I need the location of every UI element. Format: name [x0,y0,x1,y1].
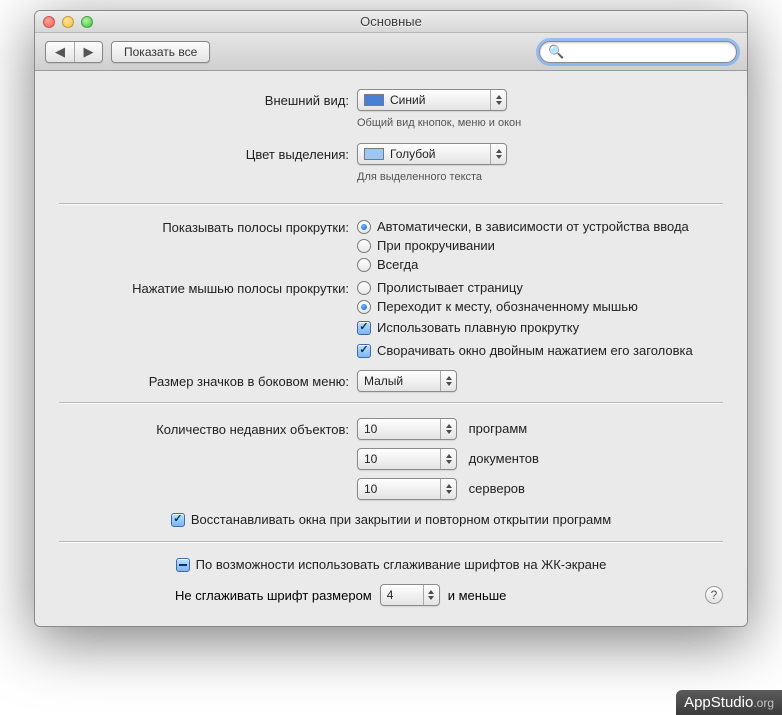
radio-icon [357,220,371,234]
search-field[interactable]: 🔍 [539,41,737,63]
recent-docs-popup[interactable]: 10 [357,448,457,470]
radio-icon [357,258,371,272]
chevron-updown-icon [440,371,456,391]
lcd-smoothing-check[interactable]: По возможности использовать сглаживание … [176,557,607,572]
chevron-updown-icon [440,449,456,469]
scrollbars-auto[interactable]: Автоматически, в зависимости от устройст… [357,219,723,234]
chevron-updown-icon [490,90,506,110]
sidebar-icons-value: Малый [364,374,403,388]
recent-docs-unit: документов [469,451,539,466]
recent-servers-popup[interactable]: 10 [357,478,457,500]
search-input[interactable] [568,45,728,59]
highlight-popup[interactable]: Голубой [357,143,507,165]
toolbar: ◀ ▶ Показать все 🔍 [35,33,747,71]
scrollbars-when-scrolling[interactable]: При прокручивании [357,238,723,253]
highlight-hint: Для выделенного текста [357,171,723,183]
titlebar: Основные [35,11,747,33]
no-smooth-prefix: Не сглаживать шрифт размером [175,588,372,603]
recent-docs-value: 10 [364,452,377,466]
forward-button[interactable]: ▶ [74,42,102,62]
scrollclick-page[interactable]: Пролистывает страницу [357,280,723,295]
recent-apps-popup[interactable]: 10 [357,418,457,440]
sidebar-icons-popup[interactable]: Малый [357,370,457,392]
appearance-popup[interactable]: Синий [357,89,507,111]
chevron-updown-icon [423,585,439,605]
radio-icon [357,281,371,295]
checkbox-mixed-icon [176,558,190,572]
watermark-name: AppStudio [684,694,753,711]
appearance-hint: Общий вид кнопок, меню и окон [357,117,723,129]
chevron-updown-icon [440,479,456,499]
nav-back-forward[interactable]: ◀ ▶ [45,41,103,63]
recent-apps-value: 10 [364,422,377,436]
chevron-updown-icon [440,419,456,439]
smooth-scroll-check[interactable]: Использовать плавную прокрутку [357,320,723,335]
checkbox-icon [357,344,371,358]
swatch-icon [364,148,384,160]
help-button[interactable]: ? [705,586,723,604]
scrollbars-always[interactable]: Всегда [357,257,723,272]
scrollbars-label: Показывать полосы прокрутки: [59,219,349,235]
back-button[interactable]: ◀ [46,42,74,62]
highlight-label: Цвет выделения: [59,147,349,162]
recent-apps-unit: программ [469,421,528,436]
window-title: Основные [35,14,747,29]
content: Внешний вид: Синий Общий вид кнопок, мен… [35,71,747,626]
highlight-value: Голубой [390,147,436,161]
search-icon: 🔍 [548,44,564,60]
scrollclick-label: Нажатие мышью полосы прокрутки: [59,280,349,296]
watermark-suffix: .org [753,696,774,710]
chevron-updown-icon [490,144,506,164]
appearance-label: Внешний вид: [59,93,349,108]
recent-servers-value: 10 [364,482,377,496]
dblclick-minimize-check[interactable]: Сворачивать окно двойным нажатием его за… [357,343,723,358]
show-all-button[interactable]: Показать все [111,41,210,63]
no-smooth-suffix: и меньше [448,588,507,603]
scrollclick-jump[interactable]: Переходит к месту, обозначенному мышью [357,299,723,314]
no-smooth-value: 4 [387,588,394,602]
sidebar-icons-label: Размер значков в боковом меню: [59,374,349,389]
restore-windows-check[interactable]: Восстанавливать окна при закрытии и повт… [171,512,611,527]
preferences-window: Основные ◀ ▶ Показать все 🔍 Внешний вид:… [34,10,748,627]
recent-servers-unit: серверов [469,481,525,496]
swatch-icon [364,94,384,106]
checkbox-icon [171,513,185,527]
radio-icon [357,239,371,253]
radio-icon [357,300,371,314]
checkbox-icon [357,321,371,335]
watermark: AppStudio.org [676,690,782,715]
appearance-value: Синий [390,93,425,107]
recent-label: Количество недавних объектов: [59,422,349,437]
no-smooth-popup[interactable]: 4 [380,584,440,606]
